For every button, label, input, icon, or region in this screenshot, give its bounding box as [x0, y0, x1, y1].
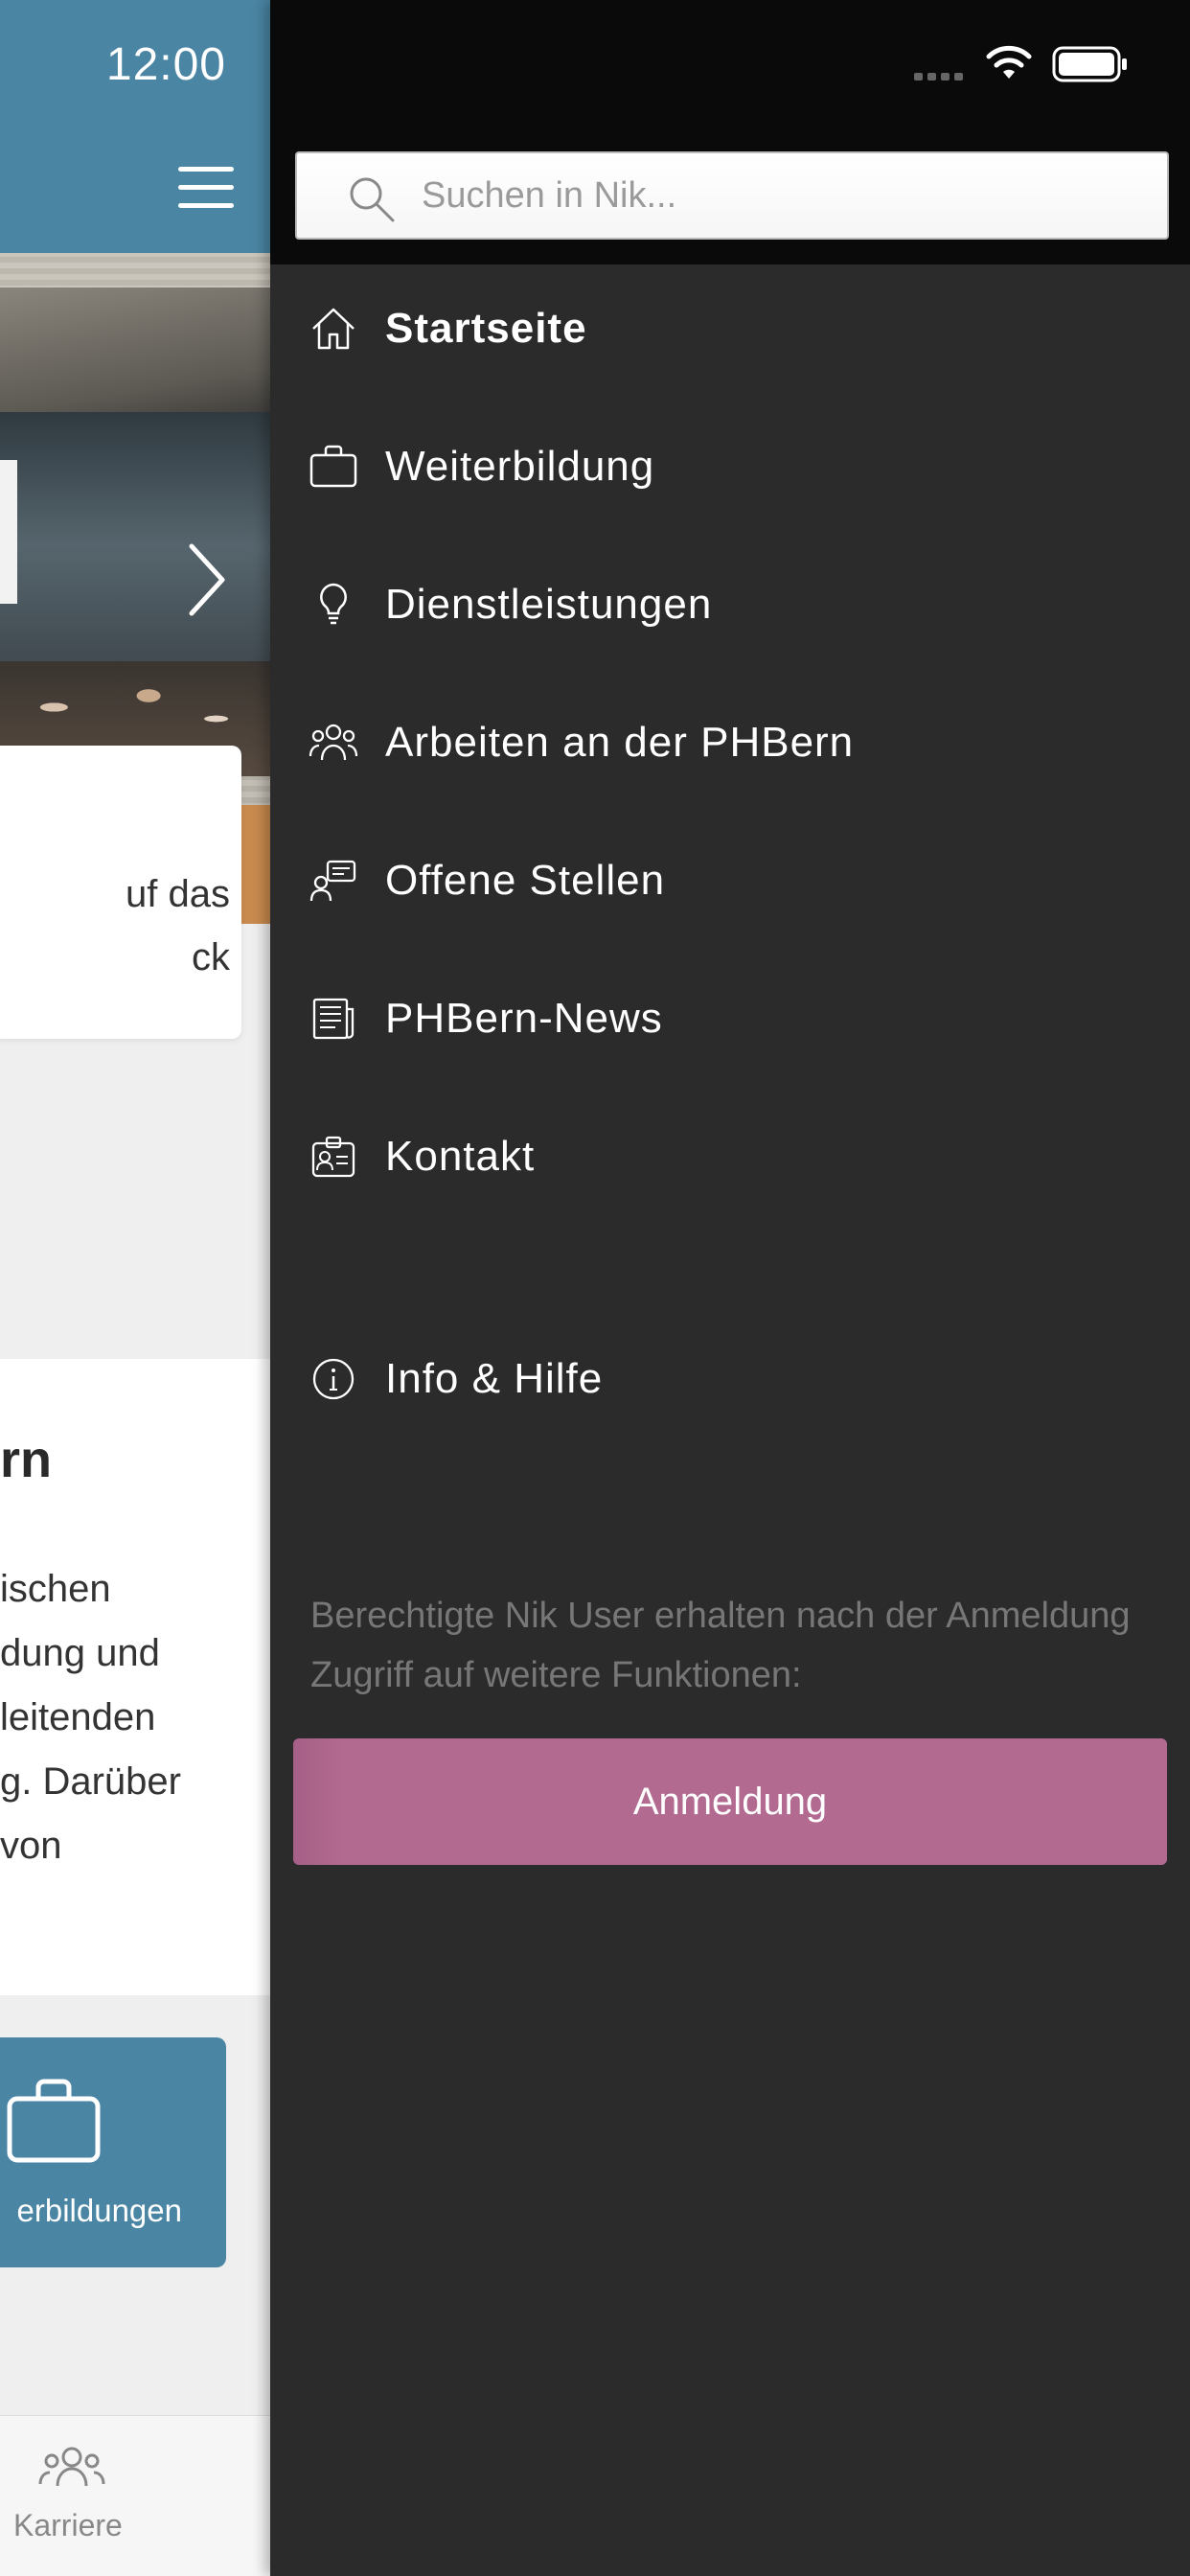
search-box[interactable] — [295, 151, 1169, 240]
background-app: 12:00 uf das ck rn ischen dung und leite… — [0, 0, 270, 2576]
nav-item-label: Dienstleistungen — [385, 581, 713, 628]
status-time: 12:00 — [105, 39, 226, 90]
battery-icon — [1052, 46, 1127, 82]
briefcase-icon — [7, 2079, 101, 2163]
status-bar — [270, 0, 1190, 126]
search-input[interactable] — [422, 153, 1150, 238]
cellular-signal-icon — [914, 73, 968, 80]
people-group-icon[interactable] — [38, 2442, 105, 2490]
tab-bar — [0, 2415, 270, 2576]
search-icon — [350, 177, 395, 222]
newspaper-icon — [312, 998, 355, 1040]
nav-item-startseite[interactable]: Startseite — [270, 266, 1190, 391]
nav-item-arbeiten-an-der-phbern[interactable]: Arbeiten an der PHBern — [270, 680, 1190, 805]
login-button[interactable]: Anmeldung — [293, 1738, 1167, 1865]
nav-item-label: Kontakt — [385, 1133, 536, 1180]
wifi-icon — [986, 45, 1032, 79]
nav-item-info-hilfe[interactable]: Info & Hilfe — [270, 1317, 1190, 1441]
intro-section-text: ischen dung und leitenden g. Darüber von — [0, 1568, 181, 1867]
people-group-icon — [309, 724, 358, 761]
nav-item-label: Arbeiten an der PHBern — [385, 719, 855, 766]
chevron-right-icon[interactable] — [188, 542, 226, 617]
navigation-drawer: Startseite Weiterbildung Dienstleistunge… — [270, 0, 1190, 2576]
job-chat-icon — [309, 860, 356, 902]
hamburger-menu-icon[interactable] — [178, 165, 236, 211]
hero-image-part — [0, 288, 270, 422]
lightbulb-icon — [320, 583, 347, 625]
nav-item-offene-stellen[interactable]: Offene Stellen — [270, 818, 1190, 943]
contact-card-icon — [311, 1136, 355, 1178]
hero-image-part — [0, 460, 17, 604]
home-icon — [312, 308, 355, 350]
nav-item-label: Info & Hilfe — [385, 1355, 604, 1402]
briefcase-icon — [309, 445, 357, 488]
info-icon — [312, 1358, 355, 1400]
nav-item-label: Startseite — [385, 305, 587, 352]
nav-item-label: Weiterbildung — [385, 443, 655, 490]
intro-section-title: rn — [0, 1431, 52, 1488]
nav-item-label: PHBern-News — [385, 995, 663, 1042]
tile-label: erbildungen — [16, 2193, 182, 2228]
nav-item-kontakt[interactable]: Kontakt — [270, 1094, 1190, 1219]
nav-item-phbern-news[interactable]: PHBern-News — [270, 956, 1190, 1081]
nav-item-label: Offene Stellen — [385, 857, 666, 904]
nav-item-dienstleistungen[interactable]: Dienstleistungen — [270, 542, 1190, 667]
hero-image-part — [241, 805, 270, 924]
tab-karriere-label[interactable]: Karriere — [13, 2508, 123, 2543]
nav-item-weiterbildung[interactable]: Weiterbildung — [270, 404, 1190, 529]
news-card-text: uf das ck — [126, 873, 230, 978]
login-hint-text: Berechtigte Nik User erhalten nach der A… — [310, 1596, 1131, 1695]
